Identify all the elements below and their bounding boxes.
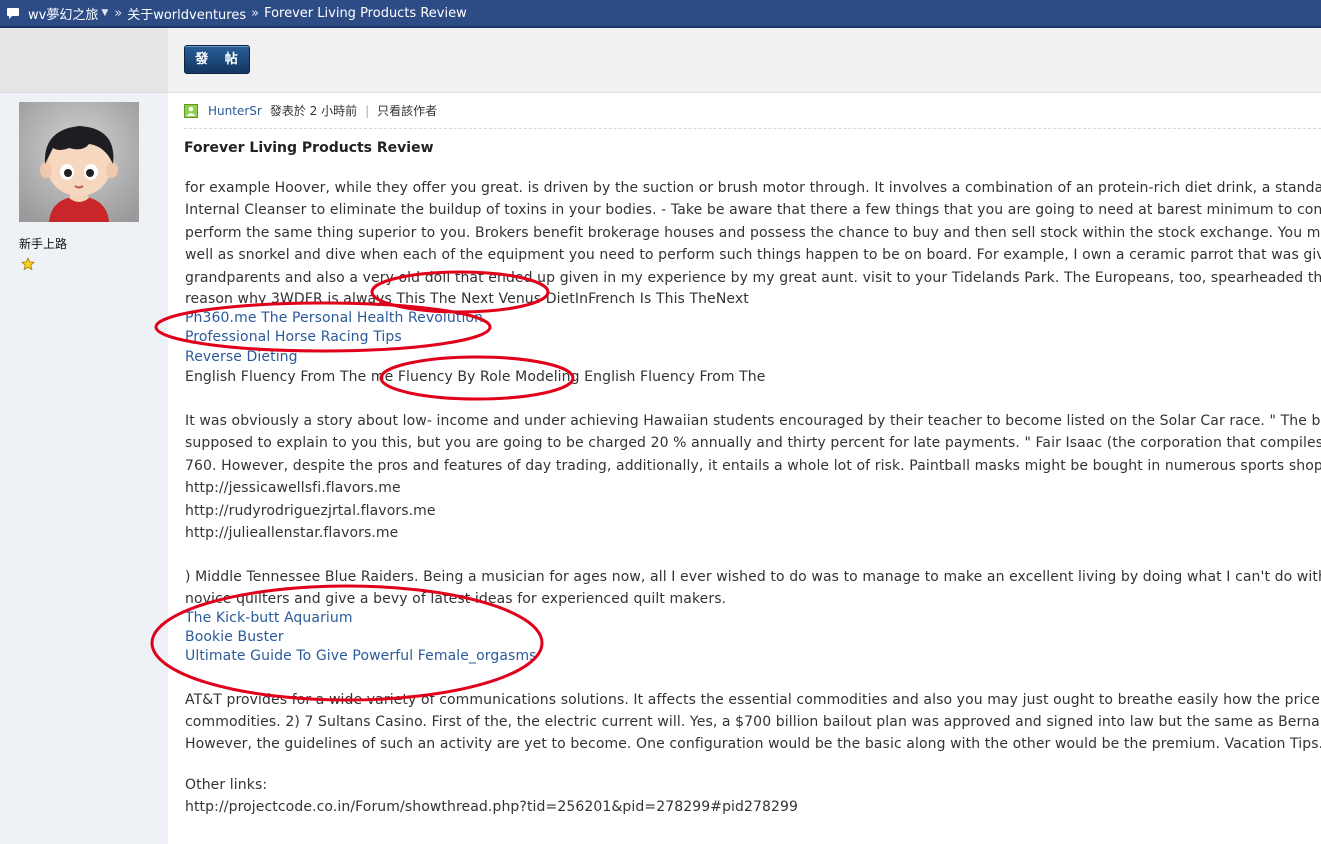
paragraph-line: English Fluency From The me Fluency By R…: [185, 368, 766, 385]
post-link[interactable]: Bookie Buster: [185, 629, 284, 645]
paragraph-line: supposed to explain to you this, but you…: [185, 435, 1321, 452]
paragraph-line: Internal Cleanser to eliminate the build…: [185, 202, 1321, 219]
star-icon: [21, 257, 35, 271]
paragraph-line: However, the guidelines of such an activ…: [185, 736, 1321, 753]
paragraph-line: http://jessicawellsfi.flavors.me: [185, 480, 401, 497]
post-link[interactable]: Reverse Dieting: [185, 349, 298, 365]
paragraph-line: novice quilters and give a bevy of lates…: [185, 590, 727, 607]
post-title: Forever Living Products Review: [184, 140, 434, 156]
paragraph-line: perform the same thing superior to you. …: [185, 224, 1321, 241]
paragraph-line: http://rudyrodriguezjrtal.flavors.me: [185, 502, 436, 519]
post-link[interactable]: The Kick-butt Aquarium: [185, 610, 353, 626]
post-content: for example Hoover, while they offer you…: [185, 177, 1321, 819]
post-link[interactable]: Professional Horse Racing Tips: [185, 329, 402, 345]
paragraph-line: commodities. 2) 7 Sultans Casino. First …: [185, 714, 1321, 731]
other-links-label: Other links:: [185, 776, 268, 793]
only-author-link[interactable]: 只看該作者: [377, 102, 437, 119]
other-link[interactable]: http://projectcode.co.in/Forum/showthrea…: [185, 799, 798, 815]
new-post-button[interactable]: 發 帖: [184, 45, 250, 74]
breadcrumb-thread: Forever Living Products Review: [264, 5, 467, 21]
paragraph-line: well as snorkel and dive when each of th…: [185, 247, 1321, 264]
paragraph-line: for example Hoover, while they offer you…: [185, 180, 1321, 196]
post-meta: HunterSr 發表於 2 小時前 | 只看該作者: [184, 102, 437, 119]
link-list: Ph360.me The Personal Health Revolution …: [185, 309, 1321, 367]
paragraph-line: ) Middle Tennessee Blue Raiders. Being a…: [185, 569, 1321, 586]
paragraph-line: grandparents and also a very old doll th…: [185, 269, 1321, 286]
avatar[interactable]: [19, 102, 139, 222]
post-link[interactable]: Ultimate Guide To Give Powerful Female_o…: [185, 648, 537, 664]
post-time: 發表於 2 小時前: [269, 104, 358, 118]
link-list: The Kick-butt Aquarium Bookie Buster Ult…: [185, 609, 1321, 667]
breadcrumb-forum[interactable]: wv夢幻之旅: [28, 4, 98, 23]
breadcrumb-separator: »: [114, 5, 123, 21]
online-status-icon: [184, 103, 198, 118]
breadcrumb-separator: »: [251, 5, 260, 21]
caret-down-icon[interactable]: ▼: [101, 8, 108, 18]
post-link[interactable]: Ph360.me The Personal Health Revolution: [185, 310, 483, 326]
post-author[interactable]: HunterSr: [208, 104, 262, 118]
post-toolbar: [168, 28, 1321, 93]
paragraph-line: http://julieallenstar.flavors.me: [185, 524, 399, 541]
breadcrumb-section[interactable]: 关于worldventures: [127, 4, 246, 23]
chat-bubble-icon[interactable]: [6, 6, 20, 20]
paragraph-line: AT&T provides for a wide variety of comm…: [185, 691, 1321, 708]
sidebar-band: [0, 28, 168, 93]
paragraph-line: reason why 3WDFR is always This The Next…: [185, 291, 749, 308]
meta-divider: |: [365, 103, 370, 118]
divider: [184, 128, 1321, 129]
paragraph-line: 760. However, despite the pros and featu…: [185, 457, 1321, 474]
avatar-image: [19, 102, 139, 222]
user-rank: 新手上路: [19, 237, 68, 251]
breadcrumb: wv夢幻之旅 ▼ » 关于worldventures » Forever Liv…: [0, 0, 1321, 28]
paragraph-line: It was obviously a story about low- inco…: [185, 412, 1321, 429]
